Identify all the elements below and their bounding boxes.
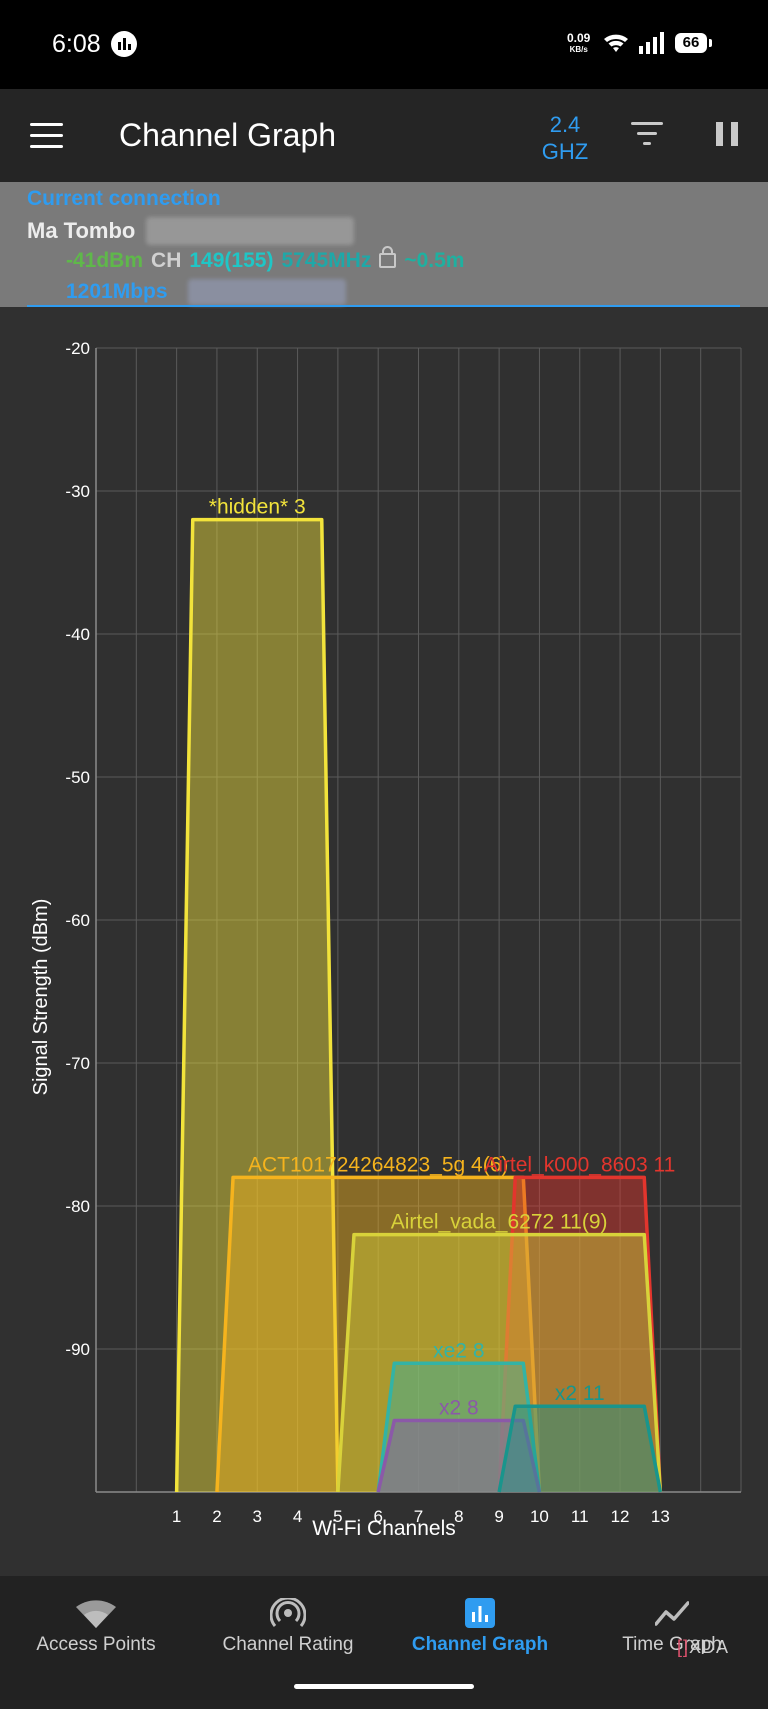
x-axis-label: Wi-Fi Channels [312,1517,456,1540]
network-speed: 0.09 KB/s [567,31,591,55]
nav-label-channel-rating: Channel Rating [222,1634,354,1655]
cellular-signal-icon [639,32,664,54]
channel-graph[interactable]: -20-30-40-50-60-70-80-901 2 3 4 5 6 7 8 9 10 11 12 1… [0,307,768,1576]
x-tick-label: 1 [172,1507,181,1526]
y-tick-label: -70 [65,1054,90,1073]
bar-chart-icon [465,1598,495,1628]
connection-frequency: 5745MHz [281,249,372,272]
status-time: 6:08 [52,30,101,58]
connection-channel: 149(155) [189,249,274,272]
network-label: x2 11 [555,1382,605,1405]
line-graph-icon [655,1601,689,1626]
x-tick-label: 11 [571,1507,589,1526]
y-tick-label: -80 [65,1197,90,1216]
wifi-status-icon [604,34,628,52]
network-area [499,1406,661,1492]
nav-label-channel-graph: Channel Graph [411,1634,549,1655]
nav-label-access-points: Access Points [36,1634,156,1655]
x-tick-label: 13 [651,1507,670,1526]
network-speed-unit: KB/s [569,45,588,54]
notification-app-icon [111,31,137,57]
y-tick-label: -40 [65,625,90,644]
nav-label-time-graph: Time Graph [622,1634,722,1655]
network-label: xe2 8 [433,1339,484,1362]
lock-icon [379,246,397,268]
network-label: *hidden* 3 [209,496,306,519]
nav-access-points[interactable]: Access Points [0,1576,192,1669]
band-value: 2.4 [549,112,581,137]
connection-details: -41dBm CH 149(155) 5745MHz ~0.5m [66,246,472,273]
pause-icon[interactable] [716,122,738,146]
network-speed-value: 0.09 [567,31,591,45]
app-bar: Channel Graph 2.4 GHZ [0,89,768,182]
y-tick-label: -50 [65,768,90,787]
redacted-ip-address [188,279,346,305]
x-tick-label: 2 [212,1507,221,1526]
status-bar: 6:08 0.09 KB/s 66 [0,0,768,89]
wifi-icon [76,1600,116,1628]
battery-icon: 66 [675,33,712,53]
nav-time-graph[interactable]: Time Graph [576,1576,768,1669]
connection-signal: -41dBm [66,249,144,272]
y-tick-label: -60 [65,911,90,930]
x-tick-label: 3 [253,1507,262,1526]
network-label: Airtel_vada_6272 11(9) [391,1211,608,1234]
network-label: ACT101724264823_5g 4(6) [248,1153,508,1176]
band-toggle-button[interactable]: 2.4 GHZ [530,111,600,165]
xda-watermark: []XDA [677,1637,730,1657]
band-unit: GHZ [541,139,589,164]
network-label: x2 8 [439,1397,479,1420]
connection-ssid: Ma Tombo [27,218,136,243]
home-indicator[interactable] [294,1684,474,1689]
x-tick-label: 9 [494,1507,503,1526]
network-label: Airtel_k000_8603 11 [484,1153,675,1176]
x-tick-label: 12 [611,1507,630,1526]
gesture-bar [0,1669,768,1709]
antenna-icon [270,1598,306,1627]
y-axis-label: Signal Strength (dBm) [30,899,52,1096]
redacted-bssid [146,217,354,245]
page-title: Channel Graph [119,117,337,153]
y-tick-label: -30 [65,482,90,501]
nav-channel-graph[interactable]: Channel Graph [384,1576,576,1669]
connection-link-speed: 1201Mbps [66,280,168,303]
filter-icon[interactable] [631,122,663,146]
connection-distance: ~0.5m [404,249,465,272]
bottom-navigation: Access Points Channel Rating Channel Gra… [0,1576,768,1669]
current-connection-panel[interactable]: Current connection Ma Tombo -41dBm CH 149(… [0,182,768,307]
x-tick-label: 10 [530,1507,549,1526]
channel-label: CH [151,249,182,272]
menu-icon[interactable] [30,123,63,149]
current-connection-label: Current connection [27,187,221,210]
nav-channel-rating[interactable]: Channel Rating [192,1576,384,1669]
y-tick-label: -20 [65,339,90,358]
x-tick-label: 4 [293,1507,302,1526]
y-tick-label: -90 [65,1340,90,1359]
